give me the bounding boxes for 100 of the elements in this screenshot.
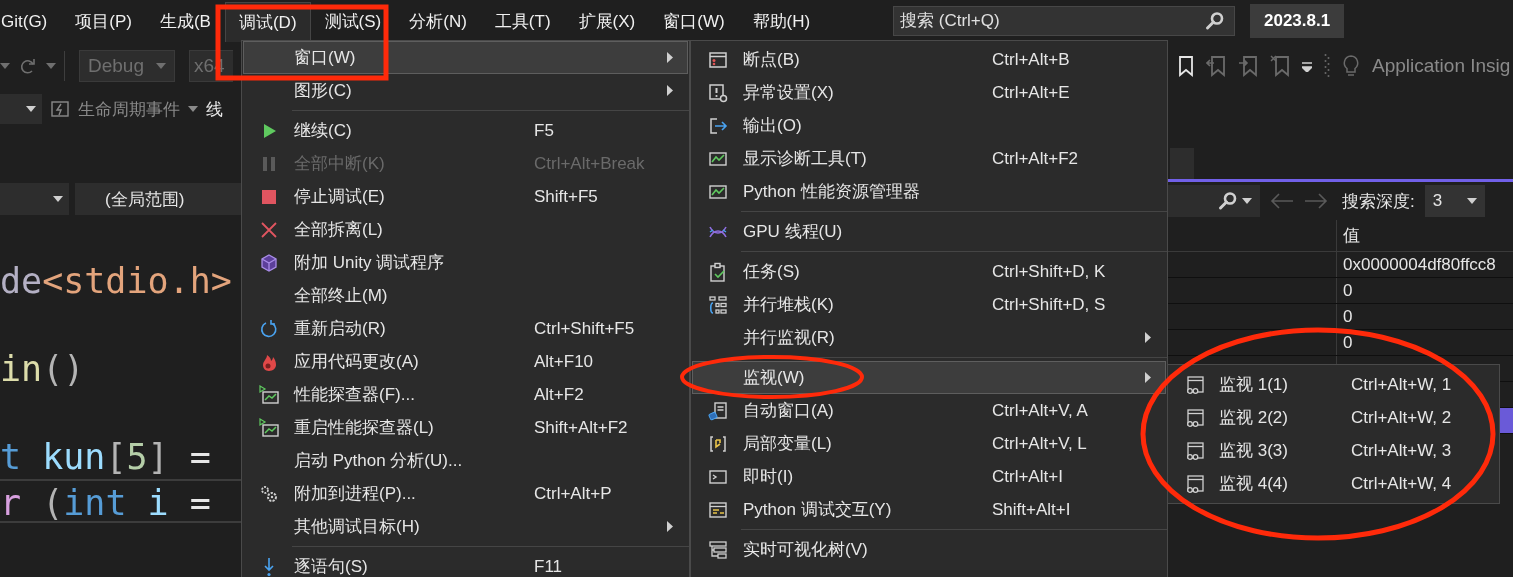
window-icon [708, 49, 728, 70]
caret-icon [156, 63, 166, 69]
shortcut-text: Alt+F10 [534, 351, 595, 372]
chart-play-icon [259, 384, 279, 405]
bookmark-icon [1270, 55, 1290, 77]
back-arrow-icon[interactable] [1270, 193, 1294, 209]
menu-item[interactable]: 即时(I) Ctrl+Alt+I [692, 460, 1166, 493]
menu-bar-item[interactable]: 帮助(H) [738, 0, 825, 42]
submenu-arrow-icon [667, 52, 673, 63]
scope-dropdown[interactable]: (全局范围) [75, 183, 241, 215]
menu-item[interactable]: 实时可视化树(V) [692, 533, 1166, 566]
menu-item[interactable]: 监视 2(2) Ctrl+Alt+W, 2 [1169, 401, 1498, 434]
shortcut-text: Shift+F5 [534, 186, 599, 207]
forward-arrow-icon[interactable] [1304, 193, 1328, 209]
shortcut-text: Shift+Alt+F2 [534, 417, 629, 438]
menu-item[interactable]: 图形(C) [243, 74, 688, 107]
search-depth-dropdown[interactable]: 3 [1424, 185, 1485, 217]
event-icon [50, 99, 70, 119]
table-cell-text: 0 [1342, 305, 1353, 328]
table-row[interactable]: 0x0000004df80ffcc8 [1168, 252, 1513, 278]
search-icon [1218, 191, 1238, 211]
caret-icon [46, 63, 56, 69]
shortcut-text: Ctrl+Alt+W, 2 [1351, 407, 1453, 428]
menu-bar-item[interactable]: 项目(P) [61, 0, 146, 42]
table-row[interactable]: 0 [1168, 304, 1513, 330]
solution-name-label: 2023.8.1 [1250, 4, 1345, 38]
caret-icon [188, 106, 198, 112]
shortcut-text: F11 [534, 556, 564, 577]
menu-item[interactable]: 全部拆离(L) [243, 213, 688, 246]
lightbulb-icon [1342, 54, 1360, 78]
glasses-window-icon [1184, 440, 1205, 461]
menu-item[interactable]: 异常设置(X) Ctrl+Alt+E [692, 76, 1166, 109]
menu-item[interactable]: 重新启动(R) Ctrl+Shift+F5 [243, 312, 688, 345]
menu-item[interactable]: 监视 3(3) Ctrl+Alt+W, 3 [1169, 434, 1498, 467]
menu-bar-item[interactable]: Git(G) [0, 0, 62, 42]
menu-item[interactable]: Python 调试交互(Y) Shift+Alt+I [692, 493, 1166, 526]
overflow-icon [1302, 60, 1312, 72]
restart-icon [259, 318, 279, 339]
menu-item[interactable]: 启动 Python 分析(U)... [243, 444, 688, 477]
menu-bar-item[interactable]: 测试(S) [310, 0, 396, 42]
menu-item[interactable]: 停止调试(E) Shift+F5 [243, 180, 688, 213]
search-field[interactable]: 搜索 (Ctrl+Q) [893, 6, 1235, 36]
menu-item[interactable]: 应用代码更改(A) Alt+F10 [243, 345, 688, 378]
gears-icon [259, 483, 279, 504]
grip-icon [1324, 53, 1330, 79]
shortcut-text: Ctrl+Alt+V, A [992, 400, 1089, 421]
shortcut-text: Ctrl+Shift+F5 [534, 318, 636, 339]
toolbar-label: Application Insig [1372, 55, 1511, 77]
brackets-icon [708, 433, 728, 454]
menu-item[interactable]: 性能探查器(F)... Alt+F2 [243, 378, 688, 411]
menu-bar-item[interactable]: 窗口(W) [649, 0, 739, 42]
shortcut-text: Ctrl+Alt+W, 4 [1351, 473, 1453, 494]
dropdown[interactable] [0, 94, 42, 124]
cube-icon [259, 252, 279, 273]
glasses-window-icon [1184, 407, 1205, 428]
menu-item[interactable]: 监视 4(4) Ctrl+Alt+W, 4 [1169, 467, 1498, 500]
menu-bar-item[interactable]: 扩展(X) [564, 0, 650, 42]
menu-item[interactable]: 监视(W) [692, 361, 1166, 394]
menu-item[interactable]: 窗口(W) [243, 41, 688, 74]
menu-item[interactable]: 显示诊断工具(T) Ctrl+Alt+F2 [692, 142, 1166, 175]
redo-icon [18, 56, 38, 76]
menu-item[interactable]: 断点(B) Ctrl+Alt+B [692, 43, 1166, 76]
shortcut-text: Ctrl+Alt+E [992, 82, 1071, 103]
menu-item[interactable]: 附加 Unity 调试程序 [243, 246, 688, 279]
column-header[interactable]: 值 [1337, 220, 1360, 251]
bookmark-icon [1206, 55, 1226, 77]
menu-item[interactable]: 其他调试目标(H) [243, 510, 688, 543]
caret-icon [0, 63, 10, 69]
menu-item[interactable]: Python 性能资源管理器 [692, 175, 1166, 208]
table-row[interactable]: 0 [1168, 330, 1513, 356]
caret-icon [1242, 198, 1252, 204]
menu-item[interactable]: 并行堆栈(K) Ctrl+Shift+D, S [692, 288, 1166, 321]
submenu-arrow-icon [1145, 372, 1151, 383]
menu-item[interactable]: 并行监视(R) [692, 321, 1166, 354]
search-field[interactable] [1168, 185, 1260, 217]
menu-item[interactable]: 逐语句(S) F11 [243, 550, 688, 577]
menu-item[interactable]: 局部变量(L) Ctrl+Alt+V, L [692, 427, 1166, 460]
clipboard-check-icon [708, 261, 728, 282]
menu-item[interactable]: 重启性能探查器(L) Shift+Alt+F2 [243, 411, 688, 444]
menu-bar-item[interactable]: 分析(N) [395, 0, 481, 42]
menu-item[interactable]: 全部终止(M) [243, 279, 688, 312]
menu-item[interactable]: 输出(O) [692, 109, 1166, 142]
menu-item[interactable]: GPU 线程(U) [692, 215, 1166, 248]
menu-item[interactable]: 任务(S) Ctrl+Shift+D, K [692, 255, 1166, 288]
shortcut-text: Ctrl+Alt+W, 3 [1351, 440, 1453, 461]
shortcut-text: Ctrl+Alt+V, L [992, 433, 1088, 454]
table-row[interactable]: 0 [1168, 278, 1513, 304]
menu-item[interactable]: 继续(C) F5 [243, 114, 688, 147]
menu-item[interactable]: 附加到进程(P)... Ctrl+Alt+P [243, 477, 688, 510]
glasses-window-icon [1184, 473, 1205, 494]
menu-bar-item[interactable]: 生成(B [145, 0, 225, 42]
menu-item[interactable]: 监视 1(1) Ctrl+Alt+W, 1 [1169, 368, 1498, 401]
event-label: 生命周期事件 [78, 98, 180, 121]
shortcut-text: Ctrl+Alt+B [992, 49, 1071, 70]
glasses-window-icon [1184, 374, 1205, 395]
menu-item[interactable]: 自动窗口(A) Ctrl+Alt+V, A [692, 394, 1166, 427]
document-icon [708, 400, 728, 421]
shortcut-text: F5 [534, 120, 555, 141]
menu-bar-item[interactable]: 工具(T) [480, 0, 565, 42]
submenu-arrow-icon [1145, 332, 1151, 343]
